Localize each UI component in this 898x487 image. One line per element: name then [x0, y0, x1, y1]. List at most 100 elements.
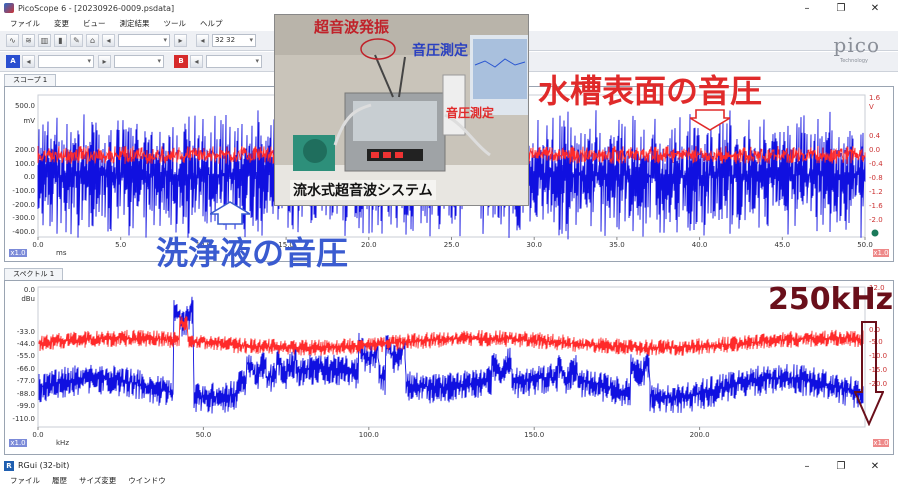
spectrum-left-tick: -99.0 — [17, 402, 35, 410]
menu-file[interactable]: ファイル — [10, 18, 40, 29]
rgui-close-button[interactable]: ✕ — [858, 461, 892, 472]
scope-right-tick: 0.0 — [869, 146, 880, 154]
window-controls: – ❐ ✕ — [790, 0, 892, 16]
spectrum-x-badge: x1.0 — [10, 439, 25, 447]
picoscope-app-icon — [4, 3, 14, 13]
spectrum-x-tick: 150.0 — [524, 431, 544, 439]
persistence-mode-icon[interactable]: ≋ — [22, 34, 35, 47]
scope-mode-icon[interactable]: ∿ — [6, 34, 19, 47]
rgui-menu-file[interactable]: ファイル — [10, 475, 40, 486]
menu-measurements[interactable]: 測定結果 — [120, 18, 150, 29]
scope-left-tick: -200.0 — [12, 201, 35, 209]
spectrum-graph[interactable]: 0.0 -33.0 -44.0 -55.0 -66.0 -77.0 -88.0 -99.0 -1… — [5, 281, 893, 454]
scope-right-unit: V — [869, 103, 874, 111]
menu-edit[interactable]: 変更 — [54, 18, 69, 29]
menu-view[interactable]: ビュー — [83, 18, 106, 29]
arrow-up-icon — [210, 201, 250, 225]
channel-b-badge[interactable]: B — [174, 55, 188, 68]
maximize-button[interactable]: ❐ — [824, 3, 858, 14]
spectrum-left-tick: -55.0 — [17, 352, 35, 360]
scope-x-unit: ms — [56, 249, 67, 257]
scope-left-tick: 500.0 — [15, 102, 35, 110]
pico-logo-sub: Technology — [839, 58, 868, 64]
scope-right-badge: x1.0 — [873, 249, 888, 257]
spectrum-left-unit: dBu — [21, 295, 35, 303]
channel-a-badge[interactable]: A — [6, 55, 20, 68]
spectrum-x-tick: 0.0 — [32, 431, 43, 439]
scope-right-tick: -1.2 — [869, 188, 883, 196]
annotation-cleaning-liquid: 洗浄液の音圧 — [156, 234, 349, 272]
close-button[interactable]: ✕ — [858, 3, 892, 14]
channel-a-coupling-select[interactable] — [114, 55, 164, 68]
channel-a-right-icon[interactable]: ▸ — [98, 55, 111, 68]
spectrum-panel: 0.0 -33.0 -44.0 -55.0 -66.0 -77.0 -88.0 -99.0 -1… — [4, 280, 894, 455]
photo-label-measure-2: 音圧測定 — [446, 106, 495, 120]
channel-b-range-select[interactable] — [206, 55, 262, 68]
timebase-select[interactable] — [118, 34, 170, 47]
channel-a-left-icon[interactable]: ◂ — [22, 55, 35, 68]
scope-left-unit: mV — [23, 117, 35, 125]
rgui-menu-resize[interactable]: サイズ変更 — [79, 475, 116, 486]
spectrum-left-tick: -77.0 — [17, 377, 35, 385]
scope-left-tick: -400.0 — [12, 228, 35, 236]
rgui-maximize-button[interactable]: ❐ — [824, 461, 858, 472]
rgui-minimize-button[interactable]: – — [790, 461, 824, 472]
menu-tools[interactable]: ツール — [164, 18, 187, 29]
scope-left-tick: 0.0 — [24, 173, 35, 181]
spectrum-mode-icon[interactable]: ▥ — [38, 34, 51, 47]
annotation-tank-surface: 水槽表面の音圧 — [538, 72, 763, 110]
samples-select[interactable]: 32 32 — [212, 34, 256, 47]
samples-value: 32 32 — [215, 36, 236, 44]
scope-left-tick: 100.0 — [15, 160, 35, 168]
spectrum-x-tick: 100.0 — [359, 431, 379, 439]
menu-help[interactable]: ヘルプ — [200, 18, 223, 29]
spectrum-left-tick: -88.0 — [17, 390, 35, 398]
scope-x-tick: 20.0 — [361, 241, 377, 249]
arrow-left-icon[interactable]: ◂ — [102, 34, 115, 47]
spectrum-left-tick: -66.0 — [17, 365, 35, 373]
r-logo-icon: R — [4, 460, 14, 471]
scope-x-tick: 5.0 — [115, 241, 126, 249]
spectrum-left-tick: 0.0 — [24, 286, 35, 294]
spectrum-right-badge: x1.0 — [873, 439, 888, 447]
scope-x-tick: 40.0 — [692, 241, 708, 249]
photo-label-ultrasonic: 超音波発振 — [314, 18, 390, 36]
scope-right-tick: -0.4 — [869, 160, 883, 168]
scope-left-tick: -300.0 — [12, 214, 35, 222]
rgui-menu-bar: ファイル 履歴 サイズ変更 ウインドウ — [0, 473, 898, 487]
channel-a-range-select[interactable] — [38, 55, 94, 68]
scope-x-tick: 45.0 — [775, 241, 791, 249]
scope-x-tick: 35.0 — [609, 241, 625, 249]
minimize-button[interactable]: – — [790, 3, 824, 14]
scope-x-badge: x1.0 — [10, 249, 25, 257]
scope-right-tick: -1.6 — [869, 202, 883, 210]
scope-right-tick: -2.0 — [869, 216, 883, 224]
photo-caption: 流水式超音波システム — [290, 180, 436, 200]
tab-scope-1[interactable]: スコープ 1 — [4, 74, 57, 86]
sample-left-icon[interactable]: ◂ — [196, 34, 209, 47]
scope-left-tick: 200.0 — [15, 146, 35, 154]
bar-graph-icon[interactable]: ▮ — [54, 34, 67, 47]
spectrum-left-tick: -33.0 — [17, 328, 35, 336]
scope-x-tick: 30.0 — [526, 241, 542, 249]
tab-spectrum-1[interactable]: スペクトル 1 — [4, 268, 64, 280]
arrow-right-icon[interactable]: ▸ — [174, 34, 187, 47]
rgui-window-controls: – ❐ ✕ — [790, 458, 892, 474]
scope-x-tick: 50.0 — [857, 241, 873, 249]
scope-x-tick: 0.0 — [32, 241, 43, 249]
pen-icon[interactable]: ✎ — [70, 34, 83, 47]
spectrum-x-tick: 50.0 — [196, 431, 212, 439]
home-icon[interactable]: ⌂ — [86, 34, 99, 47]
spectrum-x-tick: 200.0 — [690, 431, 710, 439]
channel-b-left-icon[interactable]: ◂ — [190, 55, 203, 68]
scope-x-tick: 25.0 — [444, 241, 460, 249]
rgui-menu-history[interactable]: 履歴 — [52, 475, 67, 486]
spectrum-left-tick: -44.0 — [17, 340, 35, 348]
scope-right-tick: 1.6 — [869, 94, 881, 102]
spectrum-plot-area — [37, 286, 866, 428]
rgui-menu-window[interactable]: ウインドウ — [128, 475, 166, 486]
scope-left-tick: -100.0 — [12, 187, 35, 195]
pico-logo: pico — [833, 33, 880, 57]
photo-label-measure-1: 音圧測定 — [412, 43, 468, 59]
spectrum-left-tick: -110.0 — [12, 415, 35, 423]
